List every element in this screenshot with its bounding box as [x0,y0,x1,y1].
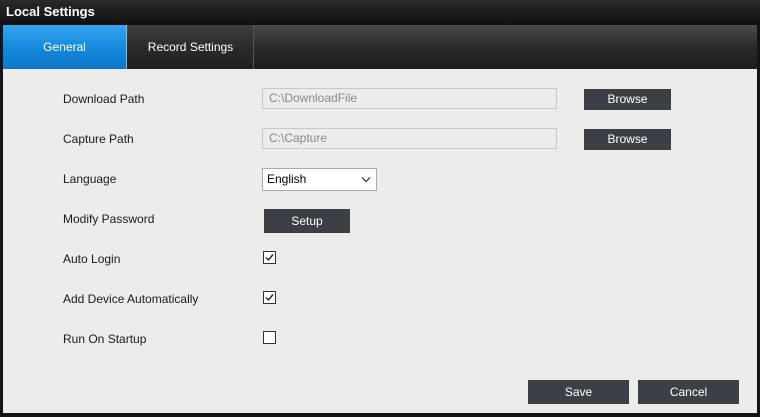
title-bar[interactable]: Local Settings [0,0,760,25]
capture-path-browse-button[interactable]: Browse [584,129,671,150]
check-icon [265,294,274,302]
tab-bar: General Record Settings [3,25,757,69]
add-device-automatically-label: Add Device Automatically [63,292,199,306]
language-selected-value: English [267,172,307,186]
auto-login-label: Auto Login [63,252,121,266]
add-device-automatically-checkbox[interactable] [263,291,276,304]
tab-general[interactable]: General [3,25,127,69]
download-path-label: Download Path [63,92,145,106]
check-icon [265,254,274,262]
capture-path-label: Capture Path [63,132,134,146]
save-button[interactable]: Save [528,380,629,404]
modify-password-label: Modify Password [63,212,155,226]
auto-login-checkbox[interactable] [263,251,276,264]
cancel-button[interactable]: Cancel [638,380,739,404]
download-path-browse-button[interactable]: Browse [584,89,671,110]
local-settings-window: Local Settings General Record Settings D… [0,0,760,417]
general-settings-panel: Download Path C:\DownloadFile Browse Cap… [3,69,757,413]
password-setup-button[interactable]: Setup [264,209,350,233]
download-path-field[interactable]: C:\DownloadFile [262,88,557,109]
language-label: Language [63,172,117,186]
language-select[interactable]: English [262,168,377,191]
run-on-startup-checkbox[interactable] [263,331,276,344]
chevron-down-icon [361,177,371,183]
window-title: Local Settings [6,4,95,19]
capture-path-field[interactable]: C:\Capture [262,128,557,149]
tab-record-settings[interactable]: Record Settings [128,25,254,69]
run-on-startup-label: Run On Startup [63,332,147,346]
